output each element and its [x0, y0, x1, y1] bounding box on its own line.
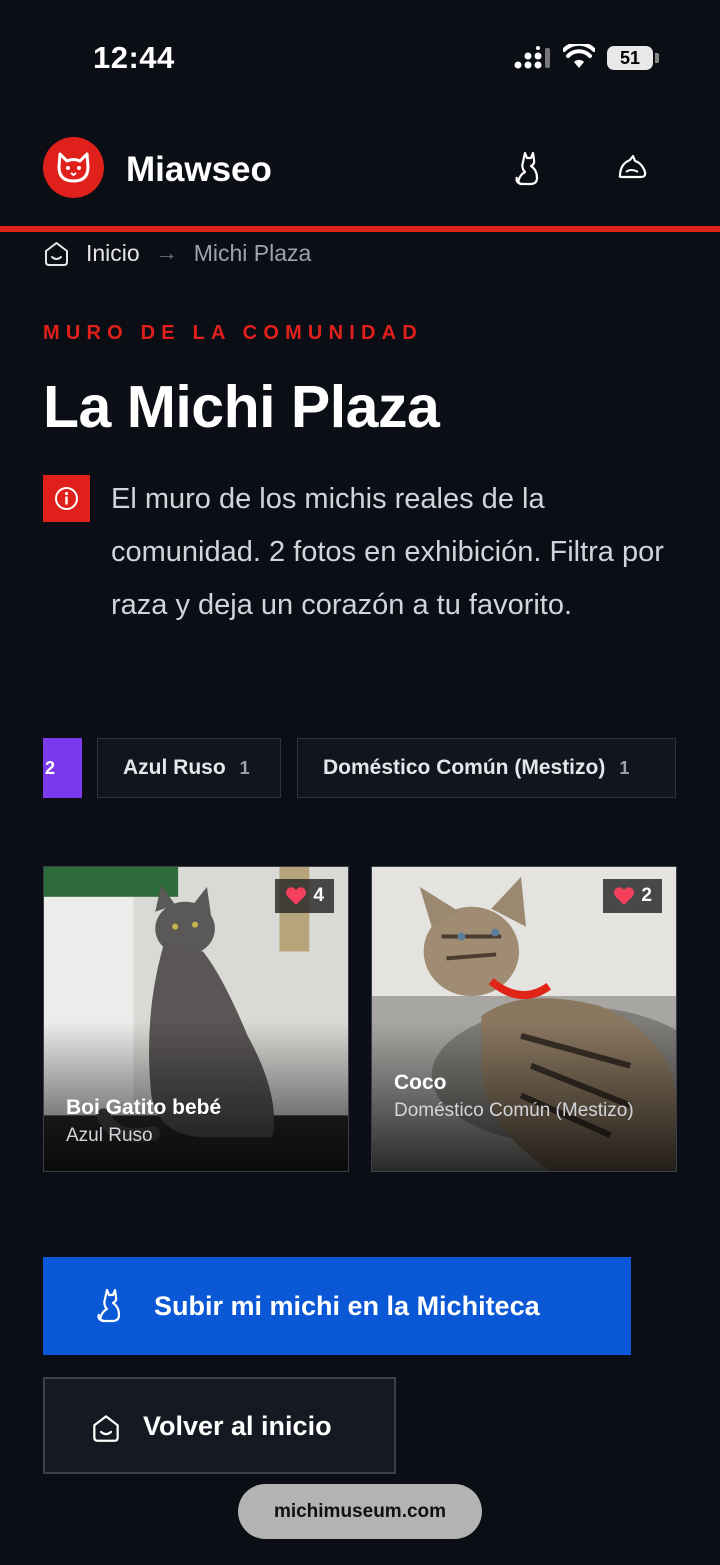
filter-chip-domestico-comun[interactable]: Doméstico Común (Mestizo) 1: [297, 738, 676, 798]
like-count: 4: [313, 885, 324, 906]
sitting-cat-icon: [515, 151, 539, 186]
cat-name: Coco: [394, 1071, 447, 1094]
heart-icon: [614, 887, 635, 905]
cat-face-icon: [57, 152, 90, 183]
cat-breed: Azul Ruso: [66, 1125, 153, 1146]
header-accent-line: [0, 226, 720, 232]
status-bar: 12:44 51: [0, 0, 720, 110]
browser-url-bar[interactable]: michimuseum.com: [238, 1484, 482, 1539]
cat-card[interactable]: 2 Coco Doméstico Común (Mestizo): [371, 866, 677, 1172]
battery-indicator: 51: [607, 46, 653, 70]
section-eyebrow: MURO DE LA COMUNIDAD: [43, 322, 423, 344]
michiteca-button[interactable]: [509, 148, 549, 188]
site-header: Miawseo: [0, 110, 720, 228]
arrow-right-icon: →: [155, 240, 178, 265]
cat-name: Boi Gatito bebé: [66, 1096, 222, 1119]
filter-chip-label: Azul Ruso: [123, 756, 226, 779]
filter-chip-count: 1: [619, 757, 630, 778]
sleeping-cat-icon: [618, 154, 647, 179]
wifi-icon: [563, 44, 595, 68]
back-home-label: Volver al inicio: [143, 1411, 332, 1441]
brand-name[interactable]: Miawseo: [126, 150, 272, 190]
back-home-button[interactable]: Volver al inicio: [43, 1377, 396, 1474]
filter-chip-label: Doméstico Común (Mestizo): [323, 756, 606, 779]
like-button[interactable]: 4: [275, 879, 334, 913]
filter-chip-azul-ruso[interactable]: Azul Ruso 1: [97, 738, 281, 798]
breed-filter-bar: 2 Azul Ruso 1 Doméstico Común (Mestizo) …: [0, 738, 720, 800]
like-count: 2: [641, 885, 652, 906]
like-button[interactable]: 2: [603, 879, 662, 913]
home-icon[interactable]: [43, 240, 70, 267]
page-description: El muro de los michis reales de la comun…: [111, 483, 664, 621]
filter-chip-count: 1: [239, 757, 250, 778]
breadcrumb-home-link[interactable]: Inicio: [86, 240, 140, 267]
upload-cat-label: Subir mi michi en la Michiteca: [154, 1291, 540, 1321]
upload-cat-button[interactable]: Subir mi michi en la Michiteca: [43, 1257, 631, 1355]
info-icon: [55, 487, 78, 510]
heart-icon: [286, 887, 307, 905]
cat-breed: Doméstico Común (Mestizo): [394, 1100, 634, 1121]
status-time: 12:44: [93, 40, 175, 75]
sitting-cat-icon: [97, 1288, 121, 1323]
filter-chip-all-count: 2: [45, 757, 56, 778]
brand-logo[interactable]: [43, 137, 104, 198]
info-badge: [43, 475, 90, 522]
card-gradient: [372, 1021, 676, 1171]
page-title: La Michi Plaza: [43, 374, 440, 440]
battery-tip: [655, 53, 659, 63]
breadcrumb-current: Michi Plaza: [193, 239, 312, 266]
breadcrumb: Inicio → Michi Plaza: [43, 238, 311, 268]
home-icon: [93, 1415, 119, 1442]
cellular-signal-icon: [514, 46, 550, 69]
filter-chip-all[interactable]: 2: [43, 738, 82, 798]
cat-card[interactable]: 4 Boi Gatito bebé Azul Ruso: [43, 866, 349, 1172]
sleeping-cat-button[interactable]: [612, 148, 652, 188]
